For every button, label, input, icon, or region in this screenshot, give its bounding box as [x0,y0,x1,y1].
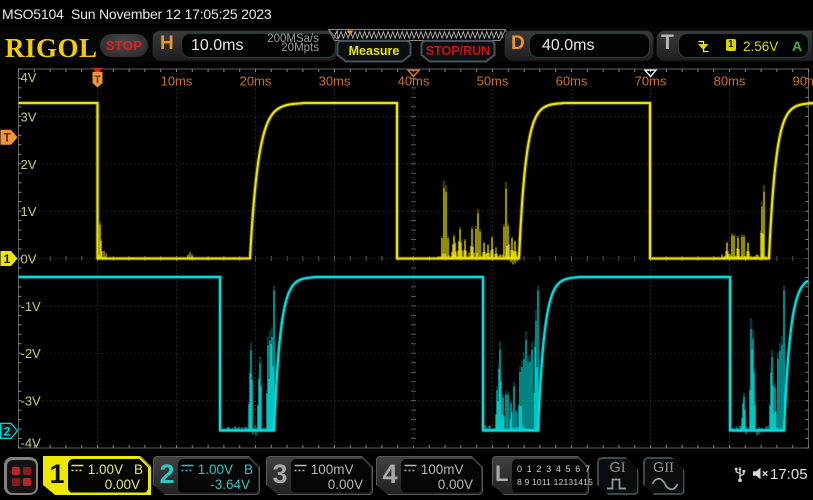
svg-text:10ms: 10ms [161,74,193,89]
svg-text:4V: 4V [21,70,37,85]
svg-text:30ms: 30ms [319,74,351,89]
svg-text:50ms: 50ms [477,74,509,89]
svg-text:-2V: -2V [21,346,42,361]
svg-text:90ms: 90ms [793,74,813,89]
svg-text:0V: 0V [21,252,37,267]
svg-text:3V: 3V [21,109,37,124]
svg-text:1V: 1V [21,204,37,219]
svg-text:2V: 2V [21,157,37,172]
svg-text:20ms: 20ms [240,74,272,89]
svg-text:80ms: 80ms [714,74,746,89]
svg-text:-4V: -4V [21,436,42,451]
svg-text:-1V: -1V [21,299,42,314]
svg-text:-3V: -3V [21,394,42,409]
svg-text:T: T [94,74,101,86]
svg-text:T: T [3,131,11,145]
svg-text:2: 2 [4,424,11,438]
svg-text:60ms: 60ms [556,74,588,89]
svg-text:1: 1 [4,252,11,266]
